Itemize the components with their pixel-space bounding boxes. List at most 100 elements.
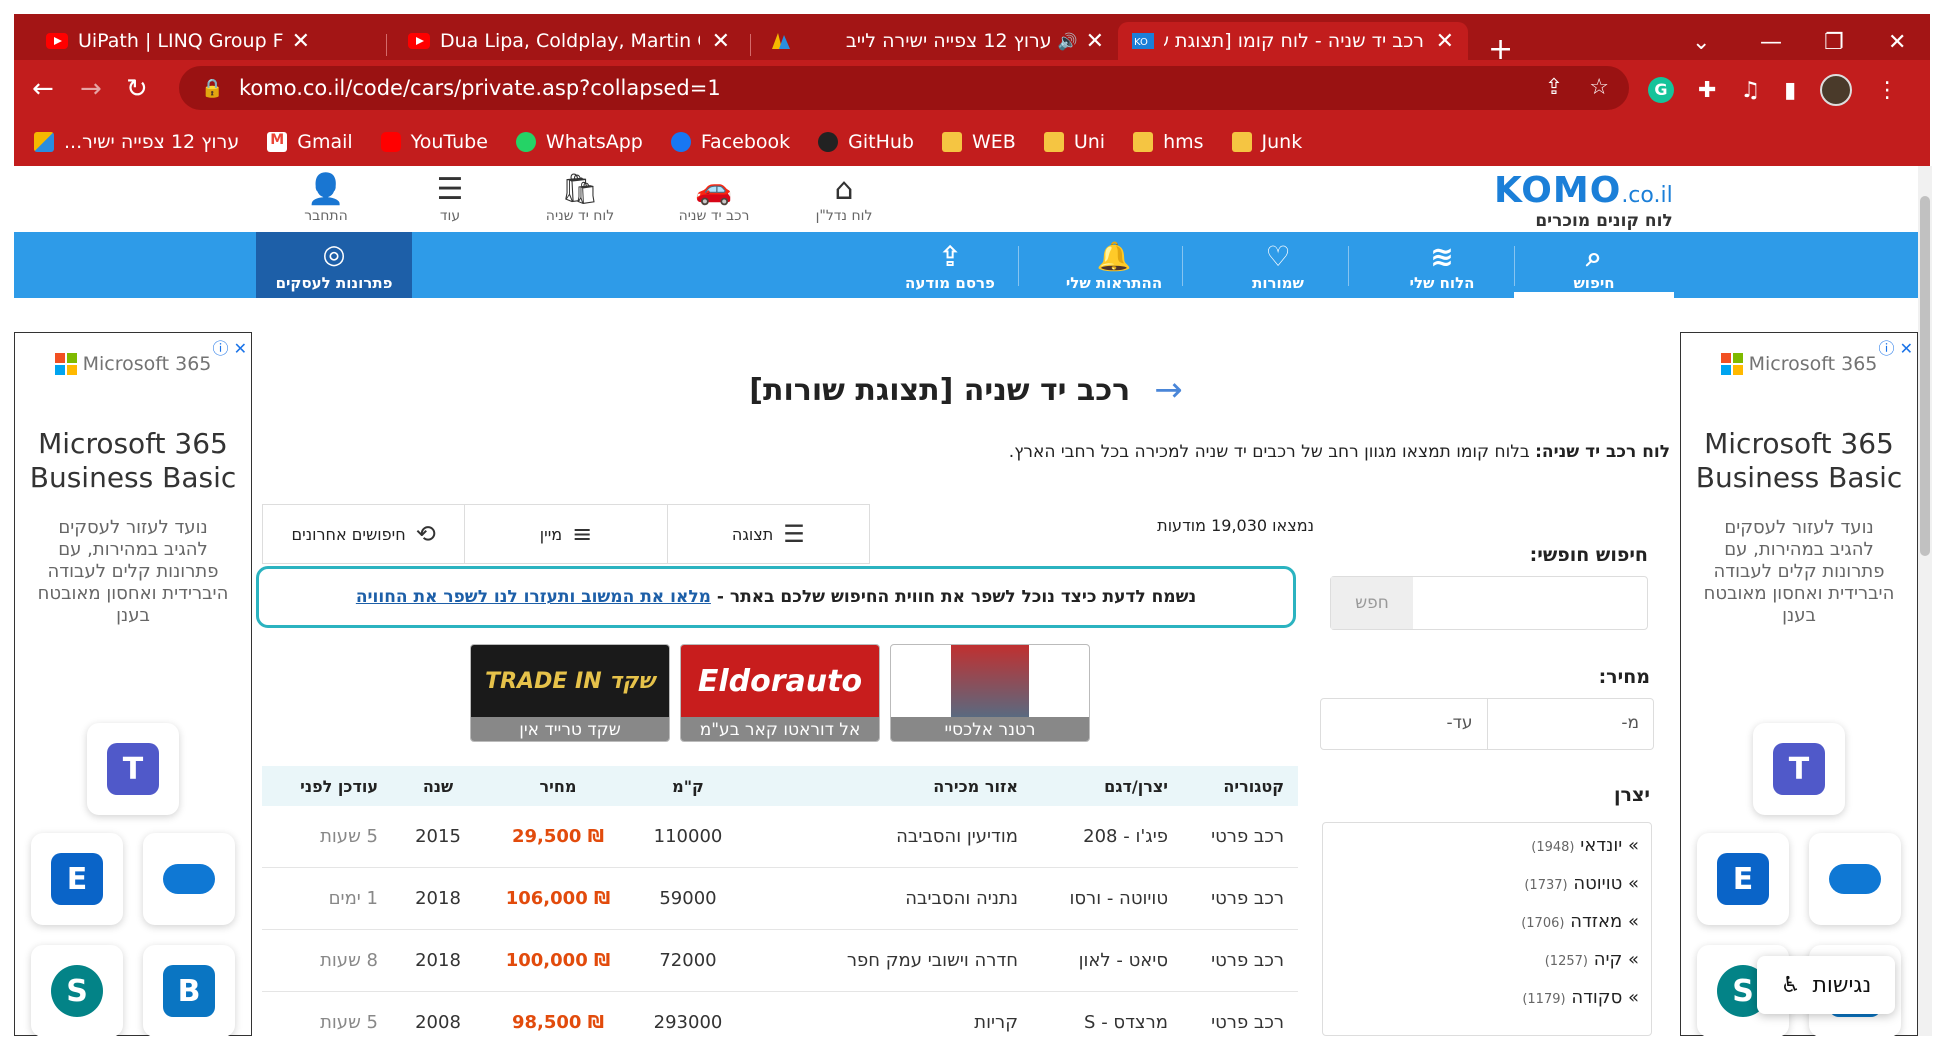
recent-searches-button[interactable]: ⟲ חיפושים אחרונים: [263, 505, 464, 563]
tab-komo[interactable]: KO רכב יד שניה - לוח קומו [תצוגת שו ✕: [1118, 22, 1468, 60]
ad-brand: Microsoft 365: [82, 353, 212, 375]
dealer-card[interactable]: רטנר אלכסיי: [890, 644, 1090, 742]
dealer-card[interactable]: TRADE IN שקד שקד טרייד אין: [470, 644, 670, 742]
bookmarks-bar: ערוץ 12 צפייה ישיר... M Gmail YouTube Wha…: [14, 118, 1930, 166]
bookmark-whatsapp[interactable]: WhatsApp: [515, 131, 643, 153]
close-icon[interactable]: ✕: [704, 29, 730, 54]
tab-uipath[interactable]: UiPath | LINQ Group Function | G ✕: [32, 22, 324, 60]
login-link[interactable]: 👤 התחבר: [286, 172, 366, 224]
price-to-input[interactable]: עד-: [1321, 699, 1488, 749]
ad-close-icon[interactable]: ⓘ ✕: [213, 335, 248, 359]
table-row[interactable]: רכב פרטי טויוטה - ורסו נתניה והסביבה 590…: [262, 868, 1298, 930]
column-header[interactable]: יצרן/דגם: [1018, 777, 1168, 796]
bookmark-channel12[interactable]: ערוץ 12 צפייה ישיר...: [34, 131, 239, 153]
saved-button[interactable]: ♡ שמורות: [1198, 232, 1358, 298]
maker-item[interactable]: » טויוטה (1737): [1323, 861, 1651, 899]
table-row[interactable]: רכב פרטי מרצדס - S קריות 293000 ₪ 98,500…: [262, 992, 1298, 1036]
share-icon[interactable]: ⇪: [1545, 75, 1563, 100]
column-header[interactable]: קטגוריה: [1168, 777, 1298, 796]
sidepanel-icon[interactable]: ▮: [1784, 78, 1796, 103]
cell-updated: 5 שעות: [320, 1012, 378, 1033]
used-cars-link[interactable]: 🚗 רכב יד שניה: [654, 172, 774, 224]
dealer-card[interactable]: Eldorauto אל דוראטו קאר בע"מ: [680, 644, 880, 742]
avatar[interactable]: [1820, 74, 1853, 106]
media-icon[interactable]: ♫: [1740, 78, 1760, 103]
tab-dua-lipa[interactable]: Dua Lipa, Coldplay, Martin Garrix ✕: [394, 22, 744, 60]
maker-item[interactable]: » קיה (1257): [1323, 937, 1651, 975]
address-bar[interactable]: 🔒 komo.co.il/code/cars/private.asp?colla…: [179, 66, 1629, 110]
column-header[interactable]: שנה: [388, 777, 488, 796]
extensions-icon[interactable]: ✚: [1698, 78, 1716, 103]
back-icon[interactable]: ←: [32, 74, 54, 104]
table-row[interactable]: רכב פרטי סיאט - לאון חדרה וישובי עמק חפר…: [262, 930, 1298, 992]
more-link[interactable]: ☰ עוד: [420, 172, 480, 224]
folder-icon: [1133, 132, 1154, 152]
search-tab-button[interactable]: ⌕ חיפוש: [1514, 232, 1674, 298]
page-intro: לוח רכב יד שניה: בלוח קומו תמצאו מגוון ר…: [514, 442, 1670, 462]
bookmark-folder-hms[interactable]: hms: [1133, 131, 1204, 153]
my-board-button[interactable]: ≋ הלוח שלי: [1362, 232, 1522, 298]
free-search-input[interactable]: חפש: [1330, 576, 1648, 630]
forward-icon[interactable]: →: [80, 74, 102, 104]
maker-list: » יונדאי (1948) » טויוטה (1737) » מאזדה …: [1322, 822, 1652, 1036]
business-solutions-button[interactable]: ◎ פתרונות לעסקים: [256, 232, 412, 298]
my-alerts-button[interactable]: 🔔 ההתראות שלי: [1034, 232, 1194, 298]
maker-name: טויוטה: [1573, 873, 1623, 894]
bookmark-facebook[interactable]: Facebook: [670, 131, 790, 153]
reload-icon[interactable]: ↻: [126, 74, 148, 104]
bookmark-folder-uni[interactable]: Uni: [1043, 131, 1105, 153]
accessibility-button[interactable]: נגישות ♿: [1757, 956, 1895, 1014]
nav-label: עוד: [439, 208, 461, 224]
bookmark-gmail[interactable]: M Gmail: [267, 131, 353, 153]
display-button[interactable]: ☰ תצוגה: [666, 505, 869, 563]
right-ad-banner[interactable]: ⓘ ✕ Microsoft 365 Microsoft 365 Business …: [1680, 332, 1918, 1036]
survey-link[interactable]: מלאו את המשוב ותעזרו לנו לשפר את החוויה: [356, 587, 711, 607]
post-ad-button[interactable]: ⇪ פרסם מודעה: [870, 232, 1030, 298]
search-button[interactable]: חפש: [1331, 577, 1413, 629]
tab-separator: [750, 34, 751, 56]
site-logo[interactable]: KOMO.co.il לוח קונים מוכרים: [1494, 170, 1673, 231]
column-header[interactable]: עודכן לפני: [278, 777, 388, 796]
nav-label: שמורות: [1252, 274, 1304, 292]
ad-close-icon[interactable]: ⓘ ✕: [1879, 335, 1914, 359]
maker-item[interactable]: » מאזדה (1706): [1323, 899, 1651, 937]
column-header[interactable]: מחיר: [488, 777, 628, 796]
bookmark-folder-web[interactable]: WEB: [942, 131, 1016, 153]
restore-icon[interactable]: ❐: [1824, 30, 1844, 55]
left-ad-banner[interactable]: ⓘ ✕ Microsoft 365 Microsoft 365 Business …: [14, 332, 252, 1036]
svg-text:KO: KO: [1134, 37, 1148, 48]
bookmark-folder-junk[interactable]: Junk: [1231, 131, 1302, 153]
tab-channel12[interactable]: ערוץ 12 צפייה ישירה לייב 🔊 ✕: [756, 22, 1118, 60]
column-header[interactable]: ק"מ: [628, 777, 748, 796]
speaker-icon[interactable]: 🔊: [1058, 32, 1078, 51]
close-icon[interactable]: ✕: [1428, 29, 1454, 54]
chevron-down-icon[interactable]: ⌄: [1692, 30, 1710, 55]
secondhand-board-link[interactable]: 🛍 לוח יד שניה: [530, 172, 630, 224]
minimize-icon[interactable]: —: [1760, 30, 1782, 55]
menu-icon[interactable]: ⋮: [1876, 78, 1898, 103]
free-search-label: חיפוש חופשי:: [1529, 544, 1648, 566]
dealer-name: שקד טרייד אין: [471, 717, 669, 741]
grammarly-icon[interactable]: G: [1648, 77, 1674, 103]
page-scrollbar[interactable]: [1918, 166, 1932, 1036]
maker-item[interactable]: » סקודה (1179): [1323, 975, 1651, 1013]
bookmark-star-icon[interactable]: ☆: [1589, 75, 1609, 100]
scrollbar-thumb[interactable]: [1920, 196, 1930, 556]
cell-category: רכב פרטי: [1211, 826, 1284, 847]
sort-button[interactable]: ≡ מיין: [464, 505, 666, 563]
close-icon[interactable]: ✕: [284, 29, 310, 54]
cell-year: 2018: [415, 950, 461, 971]
bookings-icon: B: [143, 945, 235, 1036]
column-header[interactable]: אזור מכירה: [748, 777, 1018, 796]
bookmark-youtube[interactable]: YouTube: [380, 131, 488, 153]
facebook-icon: [670, 132, 691, 152]
bookmark-github[interactable]: GitHub: [818, 131, 914, 153]
back-arrow-icon[interactable]: →: [1154, 370, 1183, 410]
table-row[interactable]: רכב פרטי פיג'ו - 208 מודיעין והסביבה 110…: [262, 806, 1298, 868]
price-from-input[interactable]: מ-: [1488, 699, 1654, 749]
close-icon[interactable]: ✕: [1078, 29, 1104, 54]
close-window-icon[interactable]: ✕: [1888, 30, 1906, 55]
maker-item[interactable]: » יונדאי (1948): [1323, 823, 1651, 861]
realestate-link[interactable]: ⌂ לוח נדל"ן: [794, 172, 894, 224]
history-icon: ⟲: [415, 520, 436, 548]
